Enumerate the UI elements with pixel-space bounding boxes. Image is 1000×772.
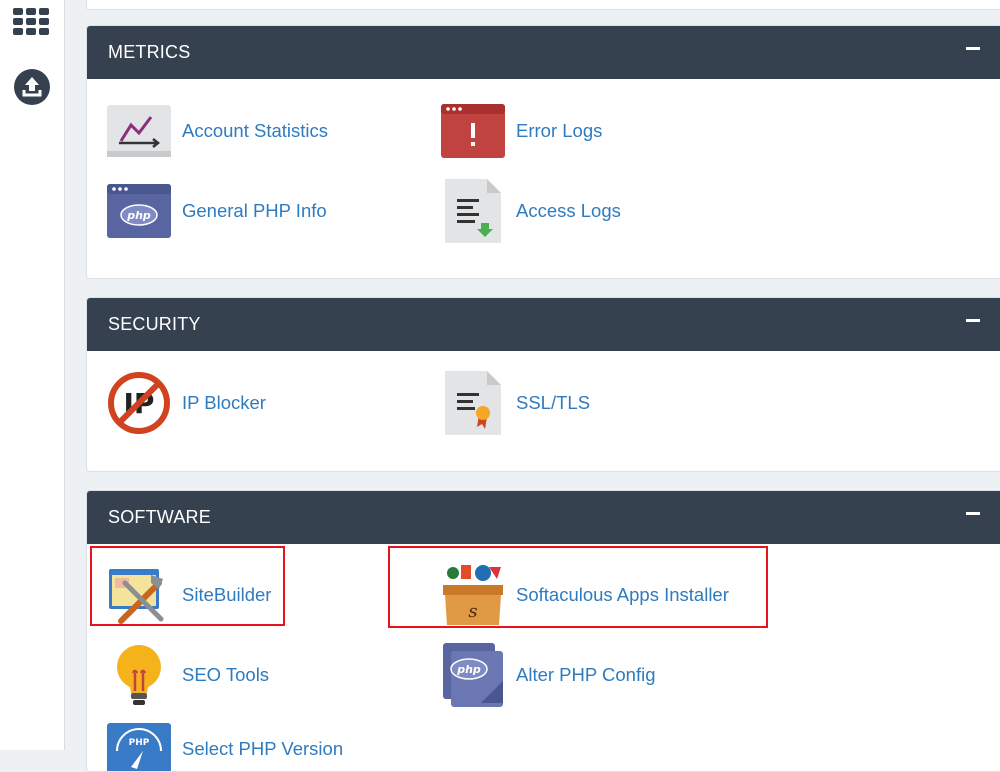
software-collapse-button[interactable] [965,506,981,522]
metrics-collapse-button[interactable] [965,41,981,57]
sitebuilder-tools-icon [107,563,171,627]
error-log-window-icon [441,99,505,163]
svg-text:s: s [468,601,477,622]
upload-icon[interactable] [0,68,64,106]
metrics-panel-title: METRICS [108,42,191,62]
security-panel: SECURITY IP IP Blocker SSL/TLS [86,297,1000,472]
sitebuilder-link[interactable]: SiteBuilder [107,563,271,627]
alter-php-config-link[interactable]: php Alter PHP Config [441,643,656,707]
svg-text:PHP: PHP [129,738,150,748]
access-log-document-icon [441,179,505,243]
apps-grid-icon[interactable] [0,4,64,38]
lightbulb-icon [107,643,171,707]
softaculous-apps-installer-label: Softaculous Apps Installer [516,584,729,605]
sitebuilder-label: SiteBuilder [182,584,272,605]
software-panel-title: SOFTWARE [108,507,211,527]
softaculous-box-icon: s [441,563,505,627]
general-php-info-link[interactable]: php General PHP Info [107,179,327,243]
software-panel-header: SOFTWARE [87,491,1000,544]
security-panel-header: SECURITY [87,298,1000,351]
error-logs-link[interactable]: Error Logs [441,99,602,163]
security-collapse-button[interactable] [965,313,981,329]
security-panel-title: SECURITY [108,314,201,334]
previous-panel-bottom [86,0,1000,10]
ssl-tls-label: SSL/TLS [516,392,591,413]
ip-blocker-icon: IP [107,371,171,435]
metrics-panel-header: METRICS [87,26,1000,79]
ip-blocker-link[interactable]: IP IP Blocker [107,371,266,435]
ssl-certificate-icon [441,371,505,435]
metrics-panel: METRICS Account Statistics Error Logs ph… [86,25,1000,279]
software-panel: SOFTWARE SiteBuilder s Softaculous Apps … [86,490,1000,772]
softaculous-apps-installer-link[interactable]: s Softaculous Apps Installer [441,563,729,627]
account-statistics-label: Account Statistics [182,120,329,141]
ssl-tls-link[interactable]: SSL/TLS [441,371,590,435]
ip-blocker-label: IP Blocker [182,392,266,413]
error-logs-label: Error Logs [516,120,603,141]
svg-text:php: php [456,663,481,676]
left-sidebar [0,0,65,750]
access-logs-label: Access Logs [516,200,621,221]
php-version-gauge-icon: PHP [107,717,171,771]
php-config-icon: php [441,643,505,707]
svg-text:php: php [126,209,151,222]
php-window-icon: php [107,179,171,243]
access-logs-link[interactable]: Access Logs [441,179,621,243]
seo-tools-link[interactable]: SEO Tools [107,643,269,707]
statistics-chart-icon [107,99,171,163]
select-php-version-link[interactable]: PHP Select PHP Version [107,717,344,771]
select-php-version-label: Select PHP Version [182,738,344,759]
general-php-info-label: General PHP Info [182,200,327,221]
account-statistics-link[interactable]: Account Statistics [107,99,328,163]
alter-php-config-label: Alter PHP Config [516,664,656,685]
seo-tools-label: SEO Tools [182,664,270,685]
